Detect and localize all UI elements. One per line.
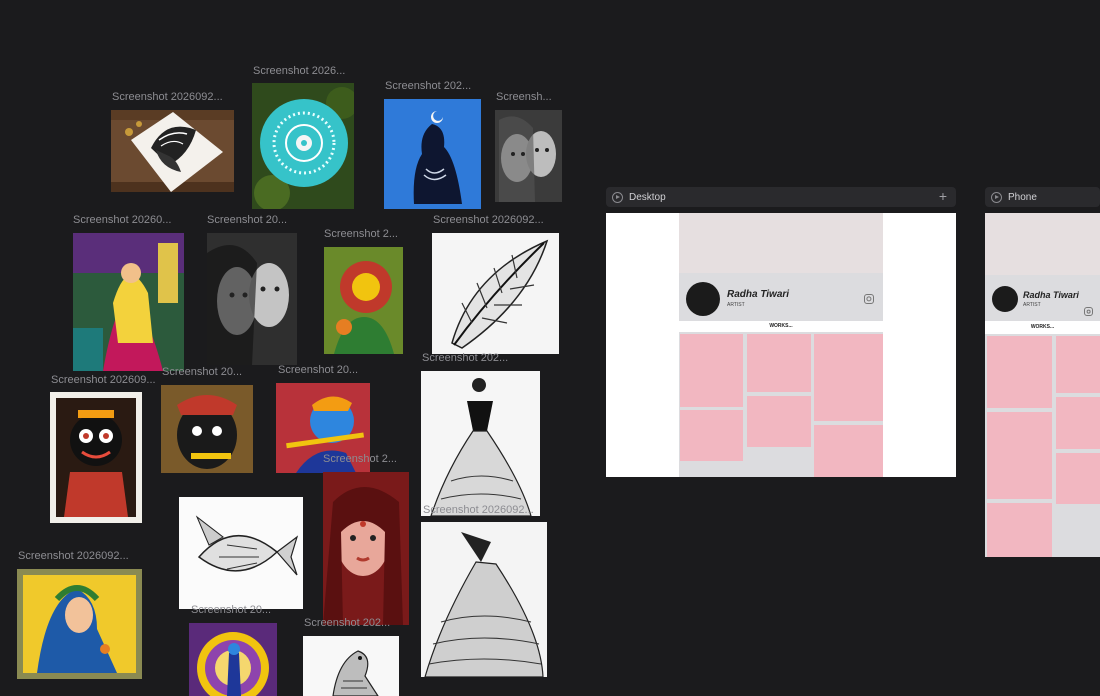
instagram-icon[interactable] <box>1084 307 1093 316</box>
phone-frame-header[interactable]: Phone <box>985 187 1100 207</box>
work-tile[interactable] <box>1056 453 1100 504</box>
hero-banner <box>985 213 1100 275</box>
woman-folk-painting-thumbnail[interactable] <box>17 569 142 679</box>
jagannath-painting-thumbnail[interactable] <box>50 392 142 523</box>
radha-colorful-painting-thumbnail[interactable] <box>73 233 184 371</box>
radha-krishna-sketch-thumbnail[interactable] <box>495 110 562 202</box>
image-label[interactable]: Screenshot 202... <box>422 352 508 365</box>
work-tile[interactable] <box>1056 336 1100 393</box>
play-icon[interactable] <box>991 191 1002 203</box>
work-tile[interactable] <box>987 336 1052 408</box>
image-label[interactable]: Screensh... <box>496 91 552 104</box>
frame-title: Desktop <box>629 191 666 203</box>
woman-red-saree-painting-thumbnail[interactable] <box>323 472 409 625</box>
work-tile[interactable] <box>680 334 743 407</box>
image-label[interactable]: Screenshot 202... <box>385 80 471 93</box>
desktop-frame-header[interactable]: Desktop + <box>606 187 956 207</box>
image-label[interactable]: Screenshot 20... <box>162 366 242 379</box>
avatar <box>992 286 1018 312</box>
hero-banner <box>679 213 883 273</box>
phone-frame[interactable]: Radha Tiwari ARTIST WORKS... <box>985 213 1100 557</box>
image-label[interactable]: Screenshot 2... <box>323 453 397 466</box>
image-label[interactable]: Screenshot 2026092... <box>18 550 129 563</box>
works-heading: WORKS... <box>985 321 1100 334</box>
plus-icon[interactable]: + <box>936 189 950 204</box>
shiva-blue-painting-thumbnail[interactable] <box>384 99 481 209</box>
image-label[interactable]: Screenshot 20260... <box>73 214 171 227</box>
image-label[interactable]: Screenshot 202... <box>304 617 390 630</box>
dancer-zentangle-thumbnail[interactable] <box>421 522 547 677</box>
bird-zentangle-thumbnail[interactable] <box>303 636 399 696</box>
image-label[interactable]: Screenshot 2026092... <box>423 504 534 517</box>
work-tile[interactable] <box>814 334 883 421</box>
desktop-frame[interactable]: Radha Tiwari ARTIST WORKS... <box>606 213 956 477</box>
teal-mandala-thumbnail[interactable] <box>252 83 354 209</box>
avatar <box>686 282 720 316</box>
work-tile[interactable] <box>747 396 811 447</box>
radha-krishna-bw-thumbnail[interactable] <box>207 233 297 365</box>
work-tile[interactable] <box>747 334 811 392</box>
profile-name: Radha Tiwari <box>1023 290 1079 300</box>
image-label[interactable]: Screenshot 2026092... <box>112 91 223 104</box>
leaf-zentangle-thumbnail[interactable] <box>432 233 559 354</box>
image-label[interactable]: Screenshot 2026... <box>253 65 345 78</box>
instagram-icon[interactable] <box>864 294 874 304</box>
image-label[interactable]: Screenshot 20... <box>278 364 358 377</box>
play-icon[interactable] <box>612 191 623 203</box>
image-label[interactable]: Screenshot 20... <box>191 604 271 617</box>
profile-role: ARTIST <box>1023 302 1041 308</box>
image-label[interactable]: Screenshot 202609... <box>51 374 156 387</box>
frame-title: Phone <box>1008 191 1037 203</box>
butterfly-zentangle-thumbnail[interactable] <box>111 110 234 192</box>
profile-name: Radha Tiwari <box>727 289 790 300</box>
image-label[interactable]: Screenshot 20... <box>207 214 287 227</box>
krishna-dark-painting-thumbnail[interactable] <box>161 385 253 473</box>
profile-role: ARTIST <box>727 302 745 308</box>
image-label[interactable]: Screenshot 2026092... <box>433 214 544 227</box>
work-tile[interactable] <box>1056 397 1100 449</box>
work-tile[interactable] <box>680 410 743 461</box>
krishna-mandala-thumbnail[interactable] <box>189 623 277 696</box>
fish-zentangle-thumbnail[interactable] <box>179 497 303 609</box>
works-heading: WORKS... <box>769 323 793 329</box>
work-tile[interactable] <box>987 503 1052 557</box>
work-tile[interactable] <box>987 412 1052 499</box>
dress-zentangle-thumbnail[interactable] <box>421 371 540 516</box>
image-label[interactable]: Screenshot 2... <box>324 228 398 241</box>
work-tile[interactable] <box>814 425 883 477</box>
colorful-deity-painting-thumbnail[interactable] <box>324 247 403 354</box>
